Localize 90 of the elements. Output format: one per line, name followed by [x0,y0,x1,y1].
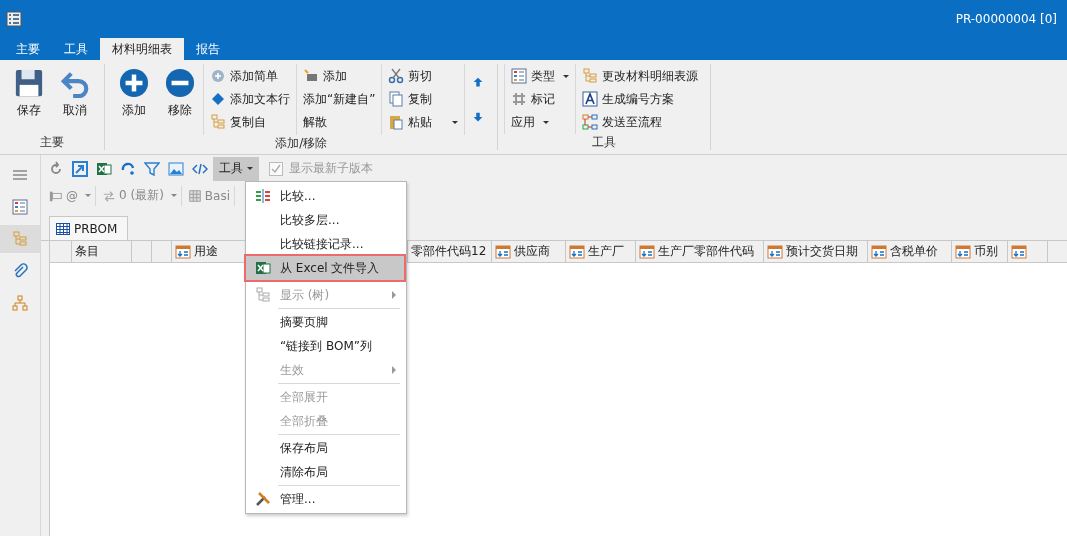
ribbon-button[interactable]: 标记 [511,89,556,109]
checkbox-label: 显示最新子版本 [289,160,373,177]
flowchart-icon [582,114,599,130]
save-icon [14,68,44,98]
plus-icon [210,68,226,84]
ribbon-button[interactable]: 添加 [117,68,151,119]
filter-icon [144,160,160,177]
paperclip-icon [12,263,28,279]
column-header[interactable]: 生产厂零部件代码 [636,241,764,262]
copy-icon [388,91,405,107]
column-header[interactable]: 条目 [72,241,132,262]
tree-icon [582,68,599,84]
column-icon [955,243,971,260]
menu-item[interactable]: 保存布局 [246,436,406,460]
scissors-icon [388,68,405,84]
column-icon [495,243,511,260]
menu-icon [12,167,28,183]
ribbon-tab[interactable]: 材料明细表 [100,38,184,60]
wand-icon [303,68,319,84]
ribbon-button[interactable]: 复制 [388,89,433,109]
ribbon-button[interactable]: 应用 [511,112,550,132]
letter-icon [582,91,599,107]
hash-icon [511,91,528,107]
group-label: 工具 [591,134,618,150]
hierarchy-icon [12,295,28,311]
column-header[interactable]: 币别 [952,241,1008,262]
ribbon-button[interactable]: 更改材料明细表源 [582,66,699,86]
plus-icon [119,68,149,98]
diamond-icon [210,91,226,107]
menu-item[interactable]: 从 Excel 文件导入 [246,256,404,280]
ribbon-button[interactable]: 取消 [58,68,92,119]
list-icon [12,199,28,215]
compare-icon [255,188,271,204]
redo-icon [120,160,136,177]
export-icon [72,160,88,177]
swap-icon [102,188,116,203]
ribbon-button[interactable]: 类型 [511,66,570,86]
menu-item[interactable]: 管理... [246,487,406,511]
column-header[interactable]: 生产厂 [566,241,636,262]
record-title: PR-00000004 [0] [955,12,1057,26]
menu-item[interactable]: 比较链接记录... [246,232,406,256]
minus-icon [165,68,195,98]
ribbon-button[interactable]: 剪切 [388,66,433,86]
table-icon [56,222,70,235]
document-tab[interactable]: PRBOM [49,216,129,240]
ribbon-button[interactable]: 添加文本行 [210,89,290,109]
column-header[interactable]: 供应商 [492,241,566,262]
menu-item[interactable]: 比较多层... [246,208,406,232]
ribbon-button[interactable]: 生成编号方案 [582,89,675,109]
column-header[interactable] [1008,241,1048,262]
column-header[interactable]: 预计交货日期 [764,241,868,262]
ribbon-button[interactable]: 移除 [163,68,197,119]
spreadsheet-icon [96,160,112,177]
clipboard-icon [388,114,405,130]
ribbon-button[interactable]: 复制自 [210,112,266,132]
app-icon [6,11,22,27]
ribbon-tab[interactable]: 主要 [4,38,52,60]
ribbon-button[interactable]: 解散 [303,112,327,132]
menu-item[interactable]: 清除布局 [246,460,406,484]
list-icon [511,68,528,84]
column-icon [569,243,585,260]
image-icon [168,160,184,177]
spreadsheet-icon [255,260,271,276]
column-icon [767,243,783,260]
menu-item[interactable]: “链接到 BOM”列 [246,334,406,358]
column-icon [1011,243,1027,260]
table-icon [187,188,202,203]
ribbon-button[interactable]: 保存 [12,68,46,119]
group-label: 主要 [39,134,65,150]
group-label: 添加/移除 [274,135,329,151]
tree-icon [210,114,226,130]
column-icon [639,243,655,260]
ribbon-button[interactable]: 添加简单 [210,66,278,86]
column-icon [175,243,191,260]
column-icon [871,243,887,260]
column-header[interactable]: 含税单价 [868,241,952,262]
ribbon-tab[interactable]: 报告 [184,38,232,60]
ribbon-button[interactable]: 粘贴 [388,112,459,132]
tools-menu-button[interactable]: 工具 [213,156,259,181]
tree-icon [12,231,28,247]
refresh-icon [48,160,64,177]
tools-icon [255,491,271,507]
menu-item[interactable]: 比较... [246,184,406,208]
tree-icon [255,287,271,303]
ribbon-tab[interactable]: 工具 [52,38,100,60]
ribbon-button[interactable]: 发送至流程 [582,112,663,132]
ribbon-button[interactable]: 添加 [303,66,347,86]
column-header[interactable]: 零部件代码12 [408,241,492,262]
menu-item[interactable]: 摘要页脚 [246,310,406,334]
ribbon-button[interactable]: 添加“新建自” [303,89,376,109]
